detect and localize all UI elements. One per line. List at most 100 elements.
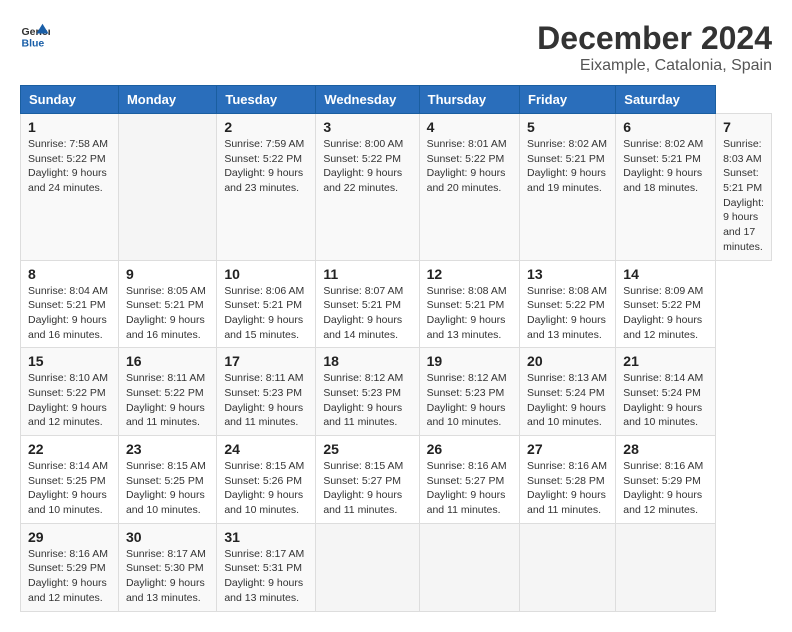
table-row: 17 Sunrise: 8:11 AMSunset: 5:23 PMDayligh… [217,348,316,436]
table-row: 19 Sunrise: 8:12 AMSunset: 5:23 PMDayligh… [419,348,519,436]
table-row: 14 Sunrise: 8:09 AMSunset: 5:22 PMDayligh… [616,260,716,348]
table-row: 20 Sunrise: 8:13 AMSunset: 5:24 PMDayligh… [520,348,616,436]
table-row [118,114,216,261]
day-number: 10 [224,266,308,282]
day-info: Sunrise: 8:03 AMSunset: 5:21 PMDaylight:… [723,137,764,255]
day-info: Sunrise: 8:09 AMSunset: 5:22 PMDaylight:… [623,284,708,343]
table-row: 30Sunrise: 8:17 AMSunset: 5:30 PMDayligh… [118,523,216,611]
day-number: 13 [527,266,608,282]
table-row: 25 Sunrise: 8:15 AMSunset: 5:27 PMDayligh… [316,436,419,524]
day-info: Sunrise: 8:02 AMSunset: 5:21 PMDaylight:… [623,137,708,196]
day-info: Sunrise: 8:14 AMSunset: 5:24 PMDaylight:… [623,371,708,430]
logo: General Blue [20,20,50,50]
table-row: 22Sunrise: 8:14 AMSunset: 5:25 PMDayligh… [21,436,119,524]
location-subtitle: Eixample, Catalonia, Spain [537,57,772,75]
table-row: 31 Sunrise: 8:17 AMSunset: 5:31 PMDayligh… [217,523,316,611]
day-info: Sunrise: 8:07 AMSunset: 5:21 PMDaylight:… [323,284,411,343]
day-info: Sunrise: 8:11 AMSunset: 5:23 PMDaylight:… [224,371,308,430]
day-number: 23 [126,441,209,457]
day-number: 31 [224,529,308,545]
table-row: 16 Sunrise: 8:11 AMSunset: 5:22 PMDayligh… [118,348,216,436]
table-row: 12 Sunrise: 8:08 AMSunset: 5:21 PMDayligh… [419,260,519,348]
day-info: Sunrise: 7:59 AMSunset: 5:22 PMDaylight:… [224,137,308,196]
col-thursday: Thursday [419,86,519,114]
table-row: 24 Sunrise: 8:15 AMSunset: 5:26 PMDayligh… [217,436,316,524]
day-number: 2 [224,119,308,135]
table-row: 27 Sunrise: 8:16 AMSunset: 5:28 PMDayligh… [520,436,616,524]
day-info: Sunrise: 8:16 AMSunset: 5:29 PMDaylight:… [28,547,111,606]
day-number: 29 [28,529,111,545]
day-info: Sunrise: 8:12 AMSunset: 5:23 PMDaylight:… [323,371,411,430]
logo-icon: General Blue [20,20,50,50]
day-number: 19 [427,353,512,369]
table-row: 29 Sunrise: 8:16 AMSunset: 5:29 PMDayligh… [21,523,119,611]
calendar-table: Sunday Monday Tuesday Wednesday Thursday… [20,85,772,612]
table-row: 23 Sunrise: 8:15 AMSunset: 5:25 PMDayligh… [118,436,216,524]
day-number: 30 [126,529,209,545]
table-row: 4Sunrise: 8:01 AMSunset: 5:22 PMDaylight… [419,114,519,261]
day-info: Sunrise: 8:16 AMSunset: 5:29 PMDaylight:… [623,459,708,518]
header: General Blue December 2024 Eixample, Cat… [20,20,772,75]
day-number: 15 [28,353,111,369]
day-number: 18 [323,353,411,369]
day-number: 16 [126,353,209,369]
day-number: 21 [623,353,708,369]
day-number: 17 [224,353,308,369]
day-info: Sunrise: 8:17 AMSunset: 5:31 PMDaylight:… [224,547,308,606]
table-row: 6 Sunrise: 8:02 AMSunset: 5:21 PMDaylight… [616,114,716,261]
day-info: Sunrise: 8:08 AMSunset: 5:22 PMDaylight:… [527,284,608,343]
day-info: Sunrise: 7:58 AMSunset: 5:22 PMDaylight:… [28,137,111,196]
table-row: 1 Sunrise: 7:58 AMSunset: 5:22 PMDaylight… [21,114,119,261]
day-number: 14 [623,266,708,282]
table-row [316,523,419,611]
day-info: Sunrise: 8:16 AMSunset: 5:27 PMDaylight:… [427,459,512,518]
day-number: 27 [527,441,608,457]
table-row: 11 Sunrise: 8:07 AMSunset: 5:21 PMDayligh… [316,260,419,348]
table-row: 13 Sunrise: 8:08 AMSunset: 5:22 PMDayligh… [520,260,616,348]
table-row: 15 Sunrise: 8:10 AMSunset: 5:22 PMDayligh… [21,348,119,436]
col-wednesday: Wednesday [316,86,419,114]
day-number: 25 [323,441,411,457]
day-info: Sunrise: 8:15 AMSunset: 5:27 PMDaylight:… [323,459,411,518]
title-area: December 2024 Eixample, Catalonia, Spain [537,20,772,75]
day-number: 7 [723,119,764,135]
day-info: Sunrise: 8:16 AMSunset: 5:28 PMDaylight:… [527,459,608,518]
day-info: Sunrise: 8:11 AMSunset: 5:22 PMDaylight:… [126,371,209,430]
col-friday: Friday [520,86,616,114]
day-info: Sunrise: 8:10 AMSunset: 5:22 PMDaylight:… [28,371,111,430]
table-row: 10 Sunrise: 8:06 AMSunset: 5:21 PMDayligh… [217,260,316,348]
day-info: Sunrise: 8:04 AMSunset: 5:21 PMDaylight:… [28,284,111,343]
table-row: 21 Sunrise: 8:14 AMSunset: 5:24 PMDayligh… [616,348,716,436]
day-number: 6 [623,119,708,135]
day-number: 1 [28,119,111,135]
day-info: Sunrise: 8:13 AMSunset: 5:24 PMDaylight:… [527,371,608,430]
table-row [616,523,716,611]
day-number: 28 [623,441,708,457]
calendar-header-row: Sunday Monday Tuesday Wednesday Thursday… [21,86,772,114]
day-number: 11 [323,266,411,282]
day-info: Sunrise: 8:02 AMSunset: 5:21 PMDaylight:… [527,137,608,196]
col-tuesday: Tuesday [217,86,316,114]
day-info: Sunrise: 8:12 AMSunset: 5:23 PMDaylight:… [427,371,512,430]
table-row: 18 Sunrise: 8:12 AMSunset: 5:23 PMDayligh… [316,348,419,436]
table-row [419,523,519,611]
svg-text:Blue: Blue [22,37,45,49]
table-row: 28 Sunrise: 8:16 AMSunset: 5:29 PMDayligh… [616,436,716,524]
month-title: December 2024 [537,20,772,57]
table-row: 5Sunrise: 8:02 AMSunset: 5:21 PMDaylight… [520,114,616,261]
table-row: 3Sunrise: 8:00 AMSunset: 5:22 PMDaylight… [316,114,419,261]
day-info: Sunrise: 8:08 AMSunset: 5:21 PMDaylight:… [427,284,512,343]
day-info: Sunrise: 8:01 AMSunset: 5:22 PMDaylight:… [427,137,512,196]
table-row: 26 Sunrise: 8:16 AMSunset: 5:27 PMDayligh… [419,436,519,524]
day-info: Sunrise: 8:15 AMSunset: 5:26 PMDaylight:… [224,459,308,518]
day-info: Sunrise: 8:00 AMSunset: 5:22 PMDaylight:… [323,137,411,196]
day-number: 20 [527,353,608,369]
col-saturday: Saturday [616,86,716,114]
day-info: Sunrise: 8:15 AMSunset: 5:25 PMDaylight:… [126,459,209,518]
day-number: 12 [427,266,512,282]
table-row [520,523,616,611]
day-number: 24 [224,441,308,457]
day-number: 26 [427,441,512,457]
col-sunday: Sunday [21,86,119,114]
day-info: Sunrise: 8:06 AMSunset: 5:21 PMDaylight:… [224,284,308,343]
